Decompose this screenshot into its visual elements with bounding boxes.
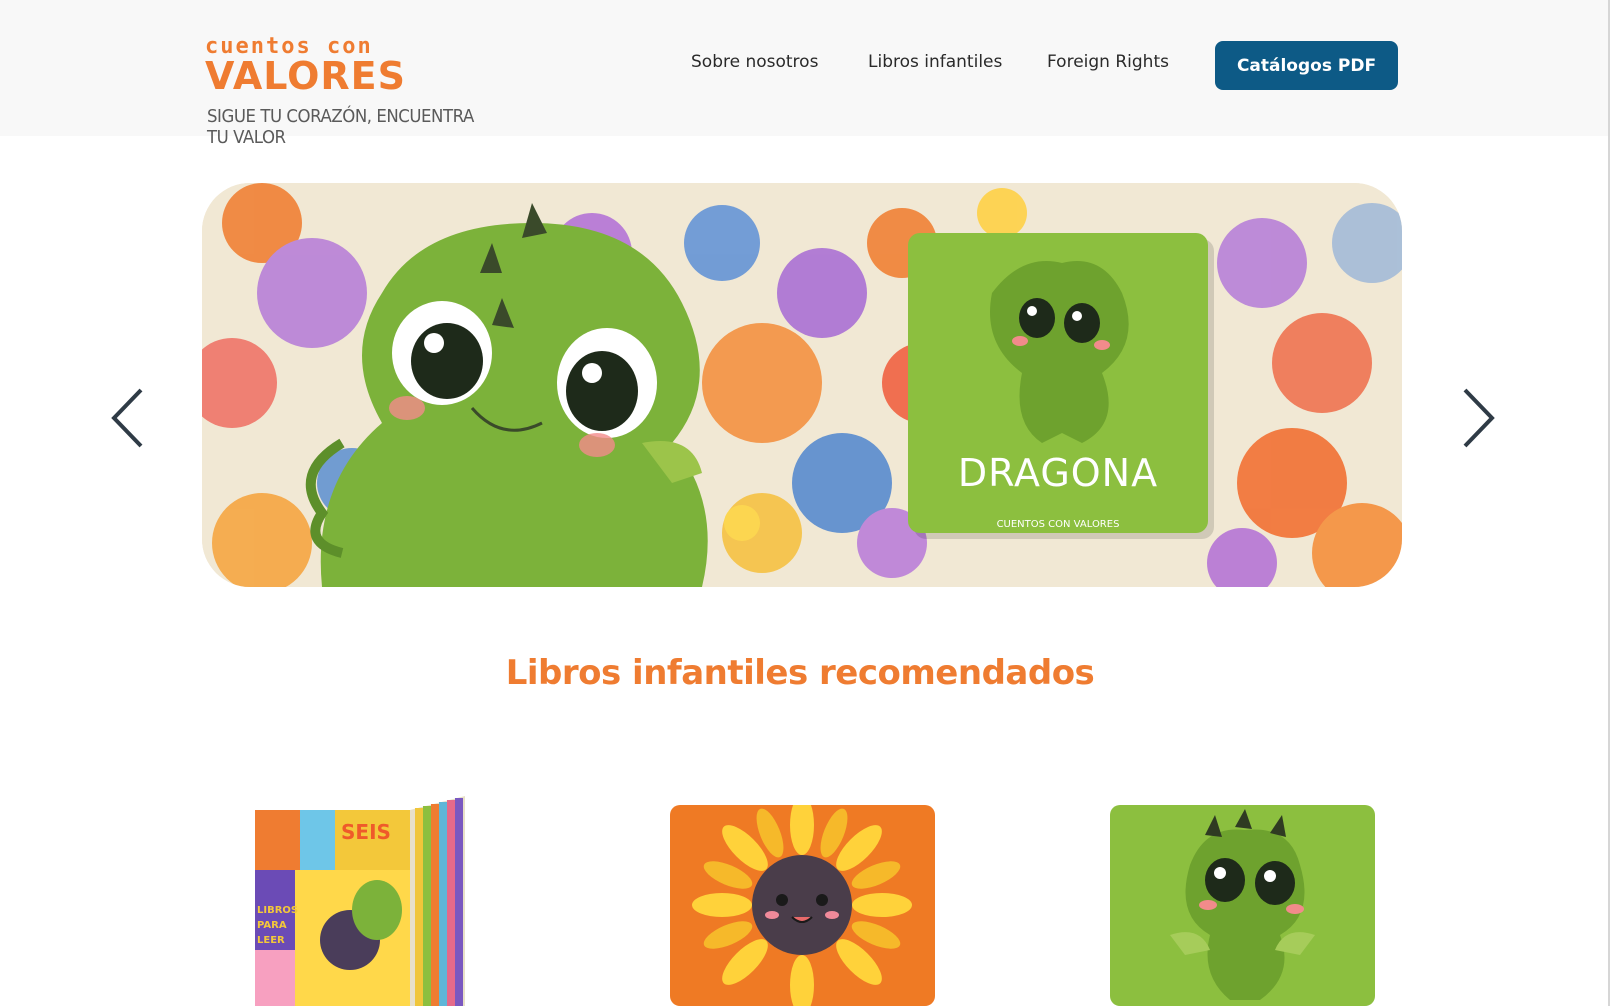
- hero-illustration: [202, 183, 1402, 587]
- hero-slide[interactable]: DRAGONA CUENTOS CON VALORES: [202, 183, 1402, 587]
- girasol-cover-image: [670, 795, 935, 1006]
- product-dragona[interactable]: [1110, 805, 1375, 1006]
- boxset-word-para: PARA: [257, 920, 287, 931]
- nav-item-foreign-rights[interactable]: Foreign Rights: [1047, 52, 1169, 72]
- brand-logo[interactable]: cuentos con VALORES SIGUE TU CORAZÓN, EN…: [205, 34, 525, 148]
- chevron-left-icon: [111, 388, 143, 448]
- nav-item-sobre-nosotros[interactable]: Sobre nosotros: [691, 52, 818, 72]
- site-header: cuentos con VALORES SIGUE TU CORAZÓN, EN…: [0, 0, 1610, 148]
- chevron-right-icon: [1463, 388, 1495, 448]
- nav-item-libros-infantiles[interactable]: Libros infantiles: [868, 52, 1002, 72]
- boxset-word-seis: SEIS: [341, 820, 391, 844]
- brand-tagline: SIGUE TU CORAZÓN, ENCUENTRA TU VALOR: [207, 106, 474, 148]
- catalogos-pdf-button[interactable]: Catálogos PDF: [1215, 41, 1398, 90]
- boxset-word-leer: LEER: [257, 935, 285, 946]
- logo-line2: VALORES: [205, 54, 406, 98]
- hero-book-subtitle: CUENTOS CON VALORES: [996, 519, 1120, 530]
- hero-book-title: DRAGONA: [957, 451, 1159, 495]
- product-girasol[interactable]: [670, 795, 935, 1006]
- product-boxset[interactable]: SEIS LIBROS PARA LEER: [255, 790, 470, 1006]
- slider-prev-button[interactable]: [108, 386, 148, 450]
- dragona-cover-image: [1110, 805, 1375, 1006]
- section-title: Libros infantiles recomendados: [505, 653, 1095, 693]
- boxset-word-libros: LIBROS: [257, 905, 299, 916]
- slider-next-button[interactable]: [1458, 386, 1498, 450]
